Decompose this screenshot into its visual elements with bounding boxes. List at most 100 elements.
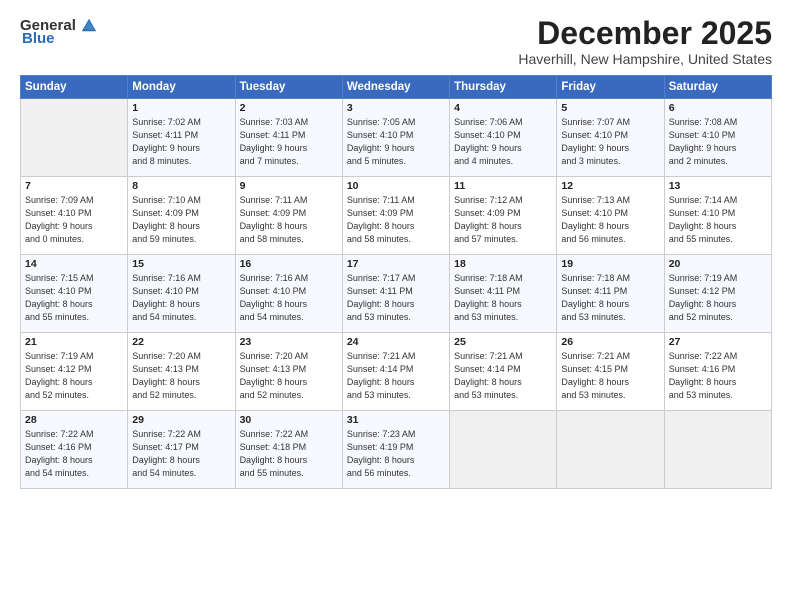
day-info: Sunrise: 7:16 AM Sunset: 4:10 PM Dayligh… xyxy=(132,272,230,324)
day-cell: 23 Sunrise: 7:20 AM Sunset: 4:13 PM Dayli… xyxy=(235,333,342,411)
day-number: 12 xyxy=(561,180,659,192)
day-info: Sunrise: 7:15 AM Sunset: 4:10 PM Dayligh… xyxy=(25,272,123,324)
col-header-sunday: Sunday xyxy=(21,76,128,99)
day-cell xyxy=(21,99,128,177)
week-row-4: 21 Sunrise: 7:19 AM Sunset: 4:12 PM Dayli… xyxy=(21,333,772,411)
day-number: 30 xyxy=(240,414,338,426)
day-number: 5 xyxy=(561,102,659,114)
day-cell: 30 Sunrise: 7:22 AM Sunset: 4:18 PM Dayli… xyxy=(235,411,342,489)
day-cell: 20 Sunrise: 7:19 AM Sunset: 4:12 PM Dayli… xyxy=(664,255,771,333)
col-header-monday: Monday xyxy=(128,76,235,99)
day-info: Sunrise: 7:02 AM Sunset: 4:11 PM Dayligh… xyxy=(132,116,230,168)
day-info: Sunrise: 7:19 AM Sunset: 4:12 PM Dayligh… xyxy=(669,272,767,324)
day-cell: 17 Sunrise: 7:17 AM Sunset: 4:11 PM Dayli… xyxy=(342,255,449,333)
day-number: 28 xyxy=(25,414,123,426)
day-number: 21 xyxy=(25,336,123,348)
day-number: 26 xyxy=(561,336,659,348)
day-info: Sunrise: 7:22 AM Sunset: 4:18 PM Dayligh… xyxy=(240,428,338,480)
day-number: 9 xyxy=(240,180,338,192)
day-cell: 26 Sunrise: 7:21 AM Sunset: 4:15 PM Dayli… xyxy=(557,333,664,411)
day-info: Sunrise: 7:21 AM Sunset: 4:15 PM Dayligh… xyxy=(561,350,659,402)
day-number: 25 xyxy=(454,336,552,348)
day-cell: 15 Sunrise: 7:16 AM Sunset: 4:10 PM Dayli… xyxy=(128,255,235,333)
day-info: Sunrise: 7:22 AM Sunset: 4:17 PM Dayligh… xyxy=(132,428,230,480)
day-number: 22 xyxy=(132,336,230,348)
day-number: 24 xyxy=(347,336,445,348)
day-info: Sunrise: 7:18 AM Sunset: 4:11 PM Dayligh… xyxy=(454,272,552,324)
day-cell: 2Sunrise: 7:03 AM Sunset: 4:11 PM Daylig… xyxy=(235,99,342,177)
header-row: SundayMondayTuesdayWednesdayThursdayFrid… xyxy=(21,76,772,99)
day-number: 20 xyxy=(669,258,767,270)
day-number: 13 xyxy=(669,180,767,192)
week-row-3: 14 Sunrise: 7:15 AM Sunset: 4:10 PM Dayli… xyxy=(21,255,772,333)
day-info: Sunrise: 7:22 AM Sunset: 4:16 PM Dayligh… xyxy=(25,428,123,480)
day-info: Sunrise: 7:18 AM Sunset: 4:11 PM Dayligh… xyxy=(561,272,659,324)
month-title: December 2025 xyxy=(518,16,772,51)
day-number: 14 xyxy=(25,258,123,270)
day-cell: 31 Sunrise: 7:23 AM Sunset: 4:19 PM Dayli… xyxy=(342,411,449,489)
day-info: Sunrise: 7:13 AM Sunset: 4:10 PM Dayligh… xyxy=(561,194,659,246)
logo-blue: Blue xyxy=(22,30,55,47)
day-number: 1 xyxy=(132,102,230,114)
day-number: 16 xyxy=(240,258,338,270)
day-number: 8 xyxy=(132,180,230,192)
day-number: 31 xyxy=(347,414,445,426)
day-cell: 18Sunrise: 7:18 AM Sunset: 4:11 PM Dayli… xyxy=(450,255,557,333)
day-info: Sunrise: 7:11 AM Sunset: 4:09 PM Dayligh… xyxy=(347,194,445,246)
day-info: Sunrise: 7:23 AM Sunset: 4:19 PM Dayligh… xyxy=(347,428,445,480)
day-cell: 21 Sunrise: 7:19 AM Sunset: 4:12 PM Dayli… xyxy=(21,333,128,411)
day-info: Sunrise: 7:05 AM Sunset: 4:10 PM Dayligh… xyxy=(347,116,445,168)
day-number: 4 xyxy=(454,102,552,114)
logo-icon xyxy=(80,16,98,34)
day-info: Sunrise: 7:21 AM Sunset: 4:14 PM Dayligh… xyxy=(454,350,552,402)
day-cell xyxy=(450,411,557,489)
day-cell: 16 Sunrise: 7:16 AM Sunset: 4:10 PM Dayli… xyxy=(235,255,342,333)
day-cell: 22Sunrise: 7:20 AM Sunset: 4:13 PM Dayli… xyxy=(128,333,235,411)
day-number: 27 xyxy=(669,336,767,348)
day-cell: 9 Sunrise: 7:11 AM Sunset: 4:09 PM Daylig… xyxy=(235,177,342,255)
day-info: Sunrise: 7:16 AM Sunset: 4:10 PM Dayligh… xyxy=(240,272,338,324)
week-row-5: 28 Sunrise: 7:22 AM Sunset: 4:16 PM Dayli… xyxy=(21,411,772,489)
page: General Blue December 2025 Haverhill, Ne… xyxy=(0,0,792,612)
day-cell: 1 Sunrise: 7:02 AM Sunset: 4:11 PM Daylig… xyxy=(128,99,235,177)
day-info: Sunrise: 7:10 AM Sunset: 4:09 PM Dayligh… xyxy=(132,194,230,246)
col-header-wednesday: Wednesday xyxy=(342,76,449,99)
day-info: Sunrise: 7:06 AM Sunset: 4:10 PM Dayligh… xyxy=(454,116,552,168)
day-cell: 12 Sunrise: 7:13 AM Sunset: 4:10 PM Dayli… xyxy=(557,177,664,255)
day-info: Sunrise: 7:20 AM Sunset: 4:13 PM Dayligh… xyxy=(240,350,338,402)
day-cell: 29 Sunrise: 7:22 AM Sunset: 4:17 PM Dayli… xyxy=(128,411,235,489)
day-number: 23 xyxy=(240,336,338,348)
day-number: 17 xyxy=(347,258,445,270)
day-number: 29 xyxy=(132,414,230,426)
day-info: Sunrise: 7:17 AM Sunset: 4:11 PM Dayligh… xyxy=(347,272,445,324)
day-cell: 4 Sunrise: 7:06 AM Sunset: 4:10 PM Daylig… xyxy=(450,99,557,177)
title-block: December 2025 Haverhill, New Hampshire, … xyxy=(518,16,772,67)
day-cell: 24Sunrise: 7:21 AM Sunset: 4:14 PM Dayli… xyxy=(342,333,449,411)
day-cell: 10 Sunrise: 7:11 AM Sunset: 4:09 PM Dayli… xyxy=(342,177,449,255)
day-cell: 27 Sunrise: 7:22 AM Sunset: 4:16 PM Dayli… xyxy=(664,333,771,411)
calendar-table: SundayMondayTuesdayWednesdayThursdayFrid… xyxy=(20,75,772,489)
day-info: Sunrise: 7:12 AM Sunset: 4:09 PM Dayligh… xyxy=(454,194,552,246)
day-number: 3 xyxy=(347,102,445,114)
day-info: Sunrise: 7:11 AM Sunset: 4:09 PM Dayligh… xyxy=(240,194,338,246)
day-info: Sunrise: 7:19 AM Sunset: 4:12 PM Dayligh… xyxy=(25,350,123,402)
day-info: Sunrise: 7:09 AM Sunset: 4:10 PM Dayligh… xyxy=(25,194,123,246)
day-cell: 28 Sunrise: 7:22 AM Sunset: 4:16 PM Dayli… xyxy=(21,411,128,489)
day-cell: 7Sunrise: 7:09 AM Sunset: 4:10 PM Daylig… xyxy=(21,177,128,255)
day-cell: 5 Sunrise: 7:07 AM Sunset: 4:10 PM Daylig… xyxy=(557,99,664,177)
day-number: 15 xyxy=(132,258,230,270)
subtitle: Haverhill, New Hampshire, United States xyxy=(518,51,772,67)
day-cell: 25 Sunrise: 7:21 AM Sunset: 4:14 PM Dayli… xyxy=(450,333,557,411)
day-info: Sunrise: 7:22 AM Sunset: 4:16 PM Dayligh… xyxy=(669,350,767,402)
day-info: Sunrise: 7:07 AM Sunset: 4:10 PM Dayligh… xyxy=(561,116,659,168)
col-header-friday: Friday xyxy=(557,76,664,99)
day-number: 10 xyxy=(347,180,445,192)
logo: General Blue xyxy=(20,16,98,47)
col-header-tuesday: Tuesday xyxy=(235,76,342,99)
day-number: 19 xyxy=(561,258,659,270)
day-cell: 19 Sunrise: 7:18 AM Sunset: 4:11 PM Dayli… xyxy=(557,255,664,333)
day-cell: 14 Sunrise: 7:15 AM Sunset: 4:10 PM Dayli… xyxy=(21,255,128,333)
header: General Blue December 2025 Haverhill, Ne… xyxy=(20,16,772,67)
day-number: 2 xyxy=(240,102,338,114)
day-number: 6 xyxy=(669,102,767,114)
